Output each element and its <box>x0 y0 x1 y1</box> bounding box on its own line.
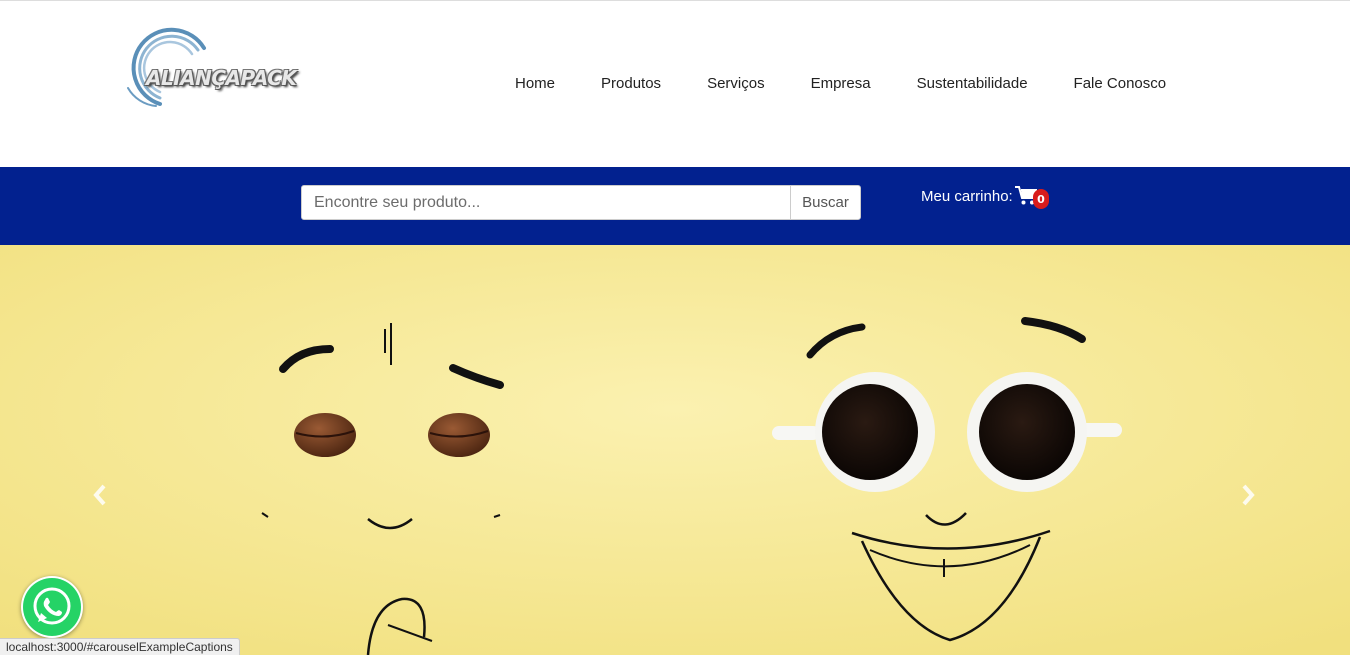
carousel-slide-image <box>0 245 1350 655</box>
chevron-right-icon <box>1242 484 1255 506</box>
status-bar-url: localhost:3000/#carouselExampleCaptions <box>0 638 240 655</box>
cart-link[interactable]: Meu carrinho: 0 <box>921 186 1049 209</box>
whatsapp-icon <box>23 578 81 636</box>
site-header: ALIANÇAPACK Home Produtos Serviços Empre… <box>0 0 1350 167</box>
search-bar: Buscar <box>0 167 1350 245</box>
search-button[interactable]: Buscar <box>790 185 861 220</box>
nav-item-produtos[interactable]: Produtos <box>578 75 684 92</box>
nav-item-sustentabilidade[interactable]: Sustentabilidade <box>894 75 1051 92</box>
search-input[interactable] <box>301 185 791 220</box>
brand-wordmark: ALIANÇAPACK <box>146 66 297 90</box>
cart-label: Meu carrinho: <box>921 187 1013 205</box>
brand-logo[interactable]: ALIANÇAPACK <box>120 26 325 111</box>
carousel-next-button[interactable] <box>1236 481 1260 509</box>
main-nav: Home Produtos Serviços Empresa Sustentab… <box>492 75 1189 92</box>
nav-item-empresa[interactable]: Empresa <box>788 75 894 92</box>
cart-count-badge: 0 <box>1033 189 1049 209</box>
nav-item-home[interactable]: Home <box>492 75 578 92</box>
whatsapp-button[interactable] <box>21 576 83 638</box>
nav-item-fale-conosco[interactable]: Fale Conosco <box>1051 75 1190 92</box>
nav-item-servicos[interactable]: Serviços <box>684 75 788 92</box>
carousel-prev-button[interactable] <box>88 481 112 509</box>
hero-carousel[interactable] <box>0 245 1350 655</box>
chevron-left-icon <box>93 484 106 506</box>
